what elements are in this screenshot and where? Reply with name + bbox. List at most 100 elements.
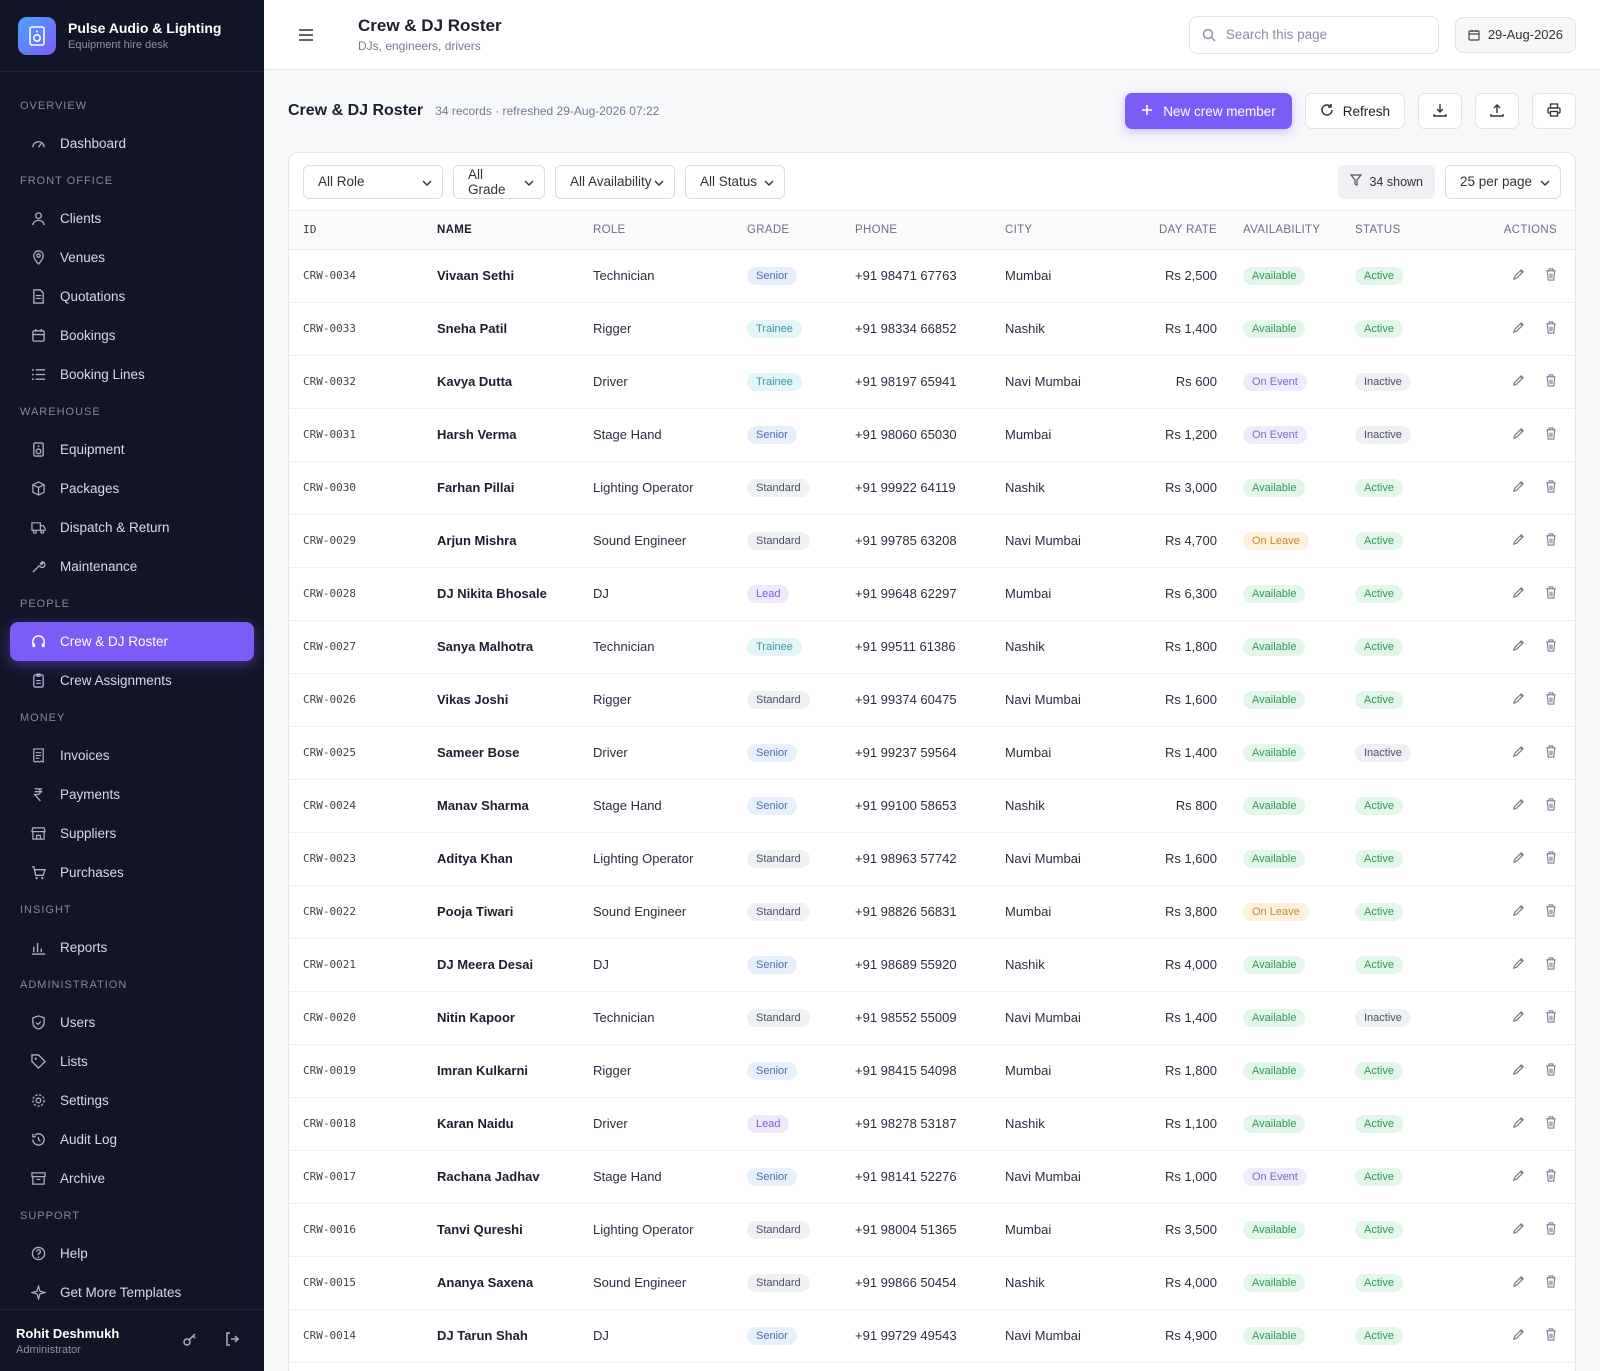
- trash-icon[interactable]: [1545, 267, 1557, 284]
- table-row[interactable]: CRW-0016 Tanvi Qureshi Lighting Operator St…: [289, 1203, 1575, 1257]
- trash-icon[interactable]: [1545, 1221, 1557, 1238]
- column-header-id[interactable]: ID: [289, 211, 437, 250]
- edit-icon[interactable]: [1512, 1169, 1525, 1185]
- per-page-select[interactable]: 25 per page: [1445, 164, 1561, 199]
- table-row[interactable]: CRW-0030 Farhan Pillai Lighting Operator St…: [289, 461, 1575, 515]
- sidebar-item-payments[interactable]: Payments: [0, 775, 264, 814]
- trash-icon[interactable]: [1545, 479, 1557, 496]
- trash-icon[interactable]: [1545, 585, 1557, 602]
- table-row[interactable]: CRW-0021 DJ Meera Desai DJ Senior +91 98689 …: [289, 938, 1575, 992]
- table-row[interactable]: CRW-0018 Karan Naidu Driver Lead +91 98278 5…: [289, 1097, 1575, 1151]
- edit-icon[interactable]: [1512, 480, 1525, 496]
- edit-icon[interactable]: [1512, 904, 1525, 920]
- column-header-role[interactable]: ROLE: [593, 211, 747, 250]
- column-header-city[interactable]: CITY: [1005, 211, 1123, 250]
- trash-icon[interactable]: [1545, 1062, 1557, 1079]
- grade-filter[interactable]: All Grade: [453, 164, 545, 199]
- table-row[interactable]: CRW-0034 Vivaan Sethi Technician Senior +91 …: [289, 249, 1575, 303]
- edit-icon[interactable]: [1512, 374, 1525, 390]
- edit-icon[interactable]: [1512, 533, 1525, 549]
- sidebar-item-packages[interactable]: Packages: [0, 469, 264, 508]
- edit-icon[interactable]: [1512, 1116, 1525, 1132]
- trash-icon[interactable]: [1545, 1274, 1557, 1291]
- edit-icon[interactable]: [1512, 1010, 1525, 1026]
- sidebar-item-help[interactable]: Help: [0, 1234, 264, 1273]
- column-header-phone[interactable]: PHONE: [855, 211, 1005, 250]
- sidebar-item-maintenance[interactable]: Maintenance: [0, 547, 264, 586]
- trash-icon[interactable]: [1545, 1115, 1557, 1132]
- edit-icon[interactable]: [1512, 639, 1525, 655]
- edit-icon[interactable]: [1512, 427, 1525, 443]
- logout-icon[interactable]: [224, 1331, 240, 1350]
- sidebar-item-lists[interactable]: Lists: [0, 1042, 264, 1081]
- table-row[interactable]: CRW-0017 Rachana Jadhav Stage Hand Senior +9…: [289, 1150, 1575, 1204]
- sidebar-item-crew-dj-roster[interactable]: Crew & DJ Roster: [10, 622, 254, 661]
- table-row[interactable]: CRW-0029 Arjun Mishra Sound Engineer Standa…: [289, 514, 1575, 568]
- trash-icon[interactable]: [1545, 1327, 1557, 1344]
- table-row[interactable]: CRW-0020 Nitin Kapoor Technician Standard +9…: [289, 991, 1575, 1045]
- trash-icon[interactable]: [1545, 1009, 1557, 1026]
- edit-icon[interactable]: [1512, 1063, 1525, 1079]
- table-row[interactable]: CRW-0022 Pooja Tiwari Sound Engineer Standa…: [289, 885, 1575, 939]
- trash-icon[interactable]: [1545, 638, 1557, 655]
- edit-icon[interactable]: [1512, 321, 1525, 337]
- sidebar-item-equipment[interactable]: Equipment: [0, 430, 264, 469]
- column-header-status[interactable]: STATUS: [1339, 211, 1449, 250]
- date-chip[interactable]: 29-Aug-2026: [1454, 16, 1576, 53]
- sidebar-item-booking-lines[interactable]: Booking Lines: [0, 355, 264, 394]
- refresh-button[interactable]: Refresh: [1304, 93, 1405, 129]
- availability-filter[interactable]: All Availability: [555, 164, 675, 199]
- column-header-name[interactable]: NAME: [437, 211, 593, 250]
- edit-icon[interactable]: [1512, 851, 1525, 867]
- trash-icon[interactable]: [1545, 373, 1557, 390]
- column-header-availability[interactable]: AVAILABILITY: [1217, 211, 1339, 250]
- sidebar-item-crew-assignments[interactable]: Crew Assignments: [0, 661, 264, 700]
- table-row[interactable]: CRW-0019 Imran Kulkarni Rigger Senior +91 98…: [289, 1044, 1575, 1098]
- sidebar-item-get-more-templates[interactable]: Get More Templates: [0, 1273, 264, 1312]
- status-filter[interactable]: All Status: [685, 164, 785, 199]
- edit-icon[interactable]: [1512, 957, 1525, 973]
- trash-icon[interactable]: [1545, 903, 1557, 920]
- column-header-day-rate[interactable]: DAY RATE: [1123, 211, 1217, 250]
- new-crew-member-button[interactable]: New crew member: [1125, 93, 1292, 129]
- edit-icon[interactable]: [1512, 586, 1525, 602]
- edit-icon[interactable]: [1512, 692, 1525, 708]
- trash-icon[interactable]: [1545, 1168, 1557, 1185]
- edit-icon[interactable]: [1512, 1222, 1525, 1238]
- trash-icon[interactable]: [1545, 426, 1557, 443]
- print-button[interactable]: [1532, 93, 1576, 129]
- sidebar-item-clients[interactable]: Clients: [0, 199, 264, 238]
- trash-icon[interactable]: [1545, 956, 1557, 973]
- edit-icon[interactable]: [1512, 268, 1525, 284]
- table-row[interactable]: CRW-0024 Manav Sharma Stage Hand Senior +91 …: [289, 779, 1575, 833]
- search-input[interactable]: Search this page: [1188, 15, 1439, 54]
- sidebar-item-purchases[interactable]: Purchases: [0, 853, 264, 892]
- role-filter[interactable]: All Role: [303, 164, 443, 199]
- key-icon[interactable]: [182, 1331, 198, 1350]
- table-row[interactable]: CRW-0033 Sneha Patil Rigger Trainee +91 9833…: [289, 302, 1575, 356]
- download-button[interactable]: [1418, 93, 1462, 129]
- table-row[interactable]: CRW-0014 DJ Tarun Shah DJ Senior +91 99729 4…: [289, 1309, 1575, 1363]
- edit-icon[interactable]: [1512, 1275, 1525, 1291]
- table-row[interactable]: CRW-0032 Kavya Dutta Driver Trainee +91 9819…: [289, 355, 1575, 409]
- upload-button[interactable]: [1475, 93, 1519, 129]
- sidebar-item-dashboard[interactable]: Dashboard: [0, 124, 264, 163]
- sidebar-item-suppliers[interactable]: Suppliers: [0, 814, 264, 853]
- table-row[interactable]: CRW-0028 DJ Nikita Bhosale DJ Lead +91 99648…: [289, 567, 1575, 621]
- sidebar-item-reports[interactable]: Reports: [0, 928, 264, 967]
- edit-icon[interactable]: [1512, 1328, 1525, 1344]
- trash-icon[interactable]: [1545, 850, 1557, 867]
- table-row[interactable]: CRW-0031 Harsh Verma Stage Hand Senior +91 9…: [289, 408, 1575, 462]
- sidebar-item-archive[interactable]: Archive: [0, 1159, 264, 1198]
- sidebar-item-bookings[interactable]: Bookings: [0, 316, 264, 355]
- trash-icon[interactable]: [1545, 797, 1557, 814]
- table-row[interactable]: CRW-0026 Vikas Joshi Rigger Standard +91 993…: [289, 673, 1575, 727]
- sidebar-item-dispatch-return[interactable]: Dispatch & Return: [0, 508, 264, 547]
- sidebar-item-settings[interactable]: Settings: [0, 1081, 264, 1120]
- edit-icon[interactable]: [1512, 745, 1525, 761]
- sidebar-item-users[interactable]: Users: [0, 1003, 264, 1042]
- trash-icon[interactable]: [1545, 691, 1557, 708]
- table-row[interactable]: CRW-0025 Sameer Bose Driver Senior +91 99237…: [289, 726, 1575, 780]
- hamburger-menu-icon[interactable]: [298, 28, 318, 42]
- edit-icon[interactable]: [1512, 798, 1525, 814]
